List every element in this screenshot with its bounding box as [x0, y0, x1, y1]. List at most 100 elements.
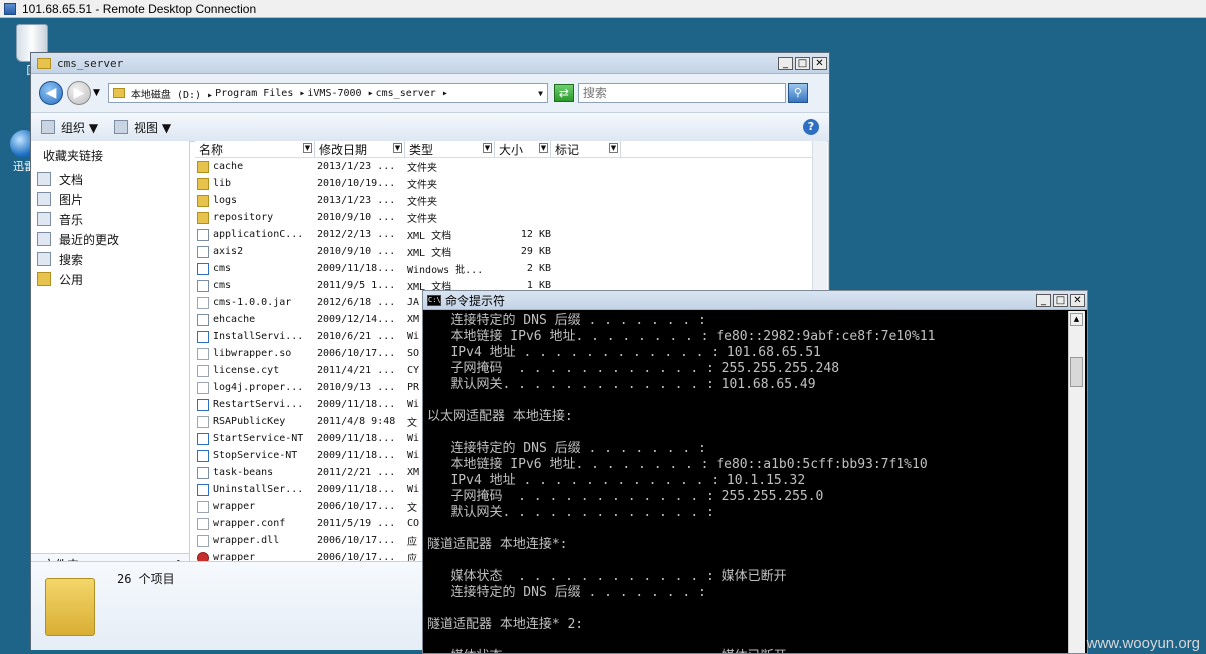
nav-item-recent[interactable]: 最近的更改 [31, 229, 189, 249]
exe-file-icon [197, 262, 209, 275]
views-button[interactable]: 视图 ▼ [114, 119, 171, 136]
refresh-button[interactable]: ⇄ [553, 84, 574, 102]
file-size: 12 KB [520, 229, 551, 240]
file-date: 2011/4/8 9:48 [317, 416, 396, 427]
search-button[interactable]: ⚲ [787, 83, 808, 103]
file-date: 2011/9/5 1... [317, 280, 396, 291]
file-name-cell: RestartServi... [195, 396, 315, 413]
file-type: 文件夹 [407, 197, 437, 208]
breadcrumb-cms-server[interactable]: cms_server ▸ [376, 88, 448, 99]
history-dropdown-icon[interactable]: ▼ [93, 88, 100, 98]
file-tags [551, 243, 621, 260]
nav-item-searches[interactable]: 搜索 [31, 249, 189, 269]
command-prompt-window[interactable]: C:\ 命令提示符 _ □ ✕ 连接特定的 DNS 后缀 . . . . . .… [422, 290, 1088, 654]
scroll-up-icon[interactable]: ▲ [1070, 313, 1083, 326]
address-row: ◀ ▶ ▼ 本地磁盘 (D:) ▸ Program Files ▸ iVMS-7… [31, 74, 829, 113]
file-date: 2009/11/18... [317, 484, 396, 495]
back-button[interactable]: ◀ [39, 81, 63, 105]
cmd-scrollbar[interactable]: ▲ [1068, 311, 1085, 653]
file-name-cell: lib [195, 175, 315, 192]
column-dropdown-icon[interactable]: ▼ [539, 143, 548, 153]
maximize-button[interactable]: □ [795, 56, 810, 70]
nav-item-documents[interactable]: 文档 [31, 169, 189, 189]
address-dropdown-icon[interactable]: ▼ [538, 89, 543, 98]
file-row[interactable]: cms 2009/11/18... Windows 批... 2 KB [195, 260, 827, 277]
column-header-size[interactable]: 大小 ▼ [495, 141, 551, 157]
column-header-name[interactable]: 名称 ▼ [195, 141, 315, 157]
command-bar: 组织 ▼ 视图 ▼ ? [31, 113, 829, 142]
views-label: 视图 ▼ [134, 120, 172, 135]
file-file-icon [197, 534, 209, 547]
nav-item-pictures[interactable]: 图片 [31, 189, 189, 209]
column-dropdown-icon[interactable]: ▼ [303, 143, 312, 153]
file-name: wrapper.dll [213, 535, 280, 546]
minimize-button[interactable]: _ [778, 56, 793, 70]
maximize-button[interactable]: □ [1053, 293, 1068, 307]
file-type: XML 文档 [407, 231, 452, 242]
column-dropdown-icon[interactable]: ▼ [609, 143, 618, 153]
file-row[interactable]: applicationC... 2012/2/13 ... XML 文档 12 KB [195, 226, 827, 243]
help-icon[interactable]: ? [803, 119, 819, 135]
nav-item-public[interactable]: 公用 [31, 269, 189, 289]
file-name-cell: wrapper [195, 498, 315, 515]
breadcrumb-ivms[interactable]: iVMS-7000 ▸ [307, 88, 373, 99]
column-header-date[interactable]: 修改日期 ▼ [315, 141, 405, 157]
column-dropdown-icon[interactable]: ▼ [483, 143, 492, 153]
file-row[interactable]: repository 2010/9/10 ... 文件夹 [195, 209, 827, 226]
cmd-line [427, 521, 1067, 537]
file-row[interactable]: lib 2010/10/19... 文件夹 [195, 175, 827, 192]
scroll-thumb[interactable] [1070, 357, 1083, 387]
cmd-line: 隧道适配器 本地连接* 2: [427, 617, 584, 632]
cmd-output[interactable]: 连接特定的 DNS 后缀 . . . . . . . : 本地链接 IPv6 地… [427, 313, 1067, 653]
file-file-icon [197, 347, 209, 360]
file-row[interactable]: axis2 2010/9/10 ... XML 文档 29 KB [195, 243, 827, 260]
search-input[interactable] [577, 83, 786, 103]
cmd-line [427, 633, 1067, 649]
file-tags [551, 226, 621, 243]
file-name-cell: wrapper.dll [195, 532, 315, 549]
file-name-cell: log4j.proper... [195, 379, 315, 396]
file-date: 2009/11/18... [317, 399, 396, 410]
file-date: 2010/9/10 ... [317, 246, 396, 257]
file-date: 2010/9/10 ... [317, 212, 396, 223]
file-file-icon [197, 517, 209, 530]
nav-item-label: 文档 [59, 172, 84, 187]
documents-icon [37, 172, 51, 186]
forward-button[interactable]: ▶ [67, 81, 91, 105]
file-date: 2010/10/19... [317, 178, 396, 189]
file-name: RSAPublicKey [213, 416, 286, 427]
file-name: cms-1.0.0.jar [213, 297, 292, 308]
file-tags [551, 158, 621, 175]
nav-item-label: 音乐 [59, 212, 84, 227]
cmd-line: 连接特定的 DNS 后缀 . . . . . . . : [427, 441, 706, 456]
file-name-cell: wrapper.conf [195, 515, 315, 532]
file-name: InstallServi... [213, 331, 304, 342]
cmd-line: 媒体状态 . . . . . . . . . . . . : 媒体已断开 [427, 569, 787, 584]
file-name-cell: repository [195, 209, 315, 226]
file-name-cell: cms [195, 277, 315, 294]
breadcrumb-program-files[interactable]: Program Files ▸ [215, 88, 305, 99]
column-header-tags[interactable]: 标记 ▼ [551, 141, 621, 157]
nav-item-label: 图片 [59, 192, 84, 207]
file-date: 2013/1/23 ... [317, 195, 396, 206]
nav-item-label: 搜索 [59, 252, 84, 267]
folder-icon [37, 57, 51, 69]
close-button[interactable]: ✕ [1070, 293, 1085, 307]
nav-item-music[interactable]: 音乐 [31, 209, 189, 229]
file-row[interactable]: cache 2013/1/23 ... 文件夹 [195, 158, 827, 175]
file-type: 文件夹 [407, 180, 437, 191]
column-header-type[interactable]: 类型 ▼ [405, 141, 495, 157]
address-bar[interactable]: 本地磁盘 (D:) ▸ Program Files ▸ iVMS-7000 ▸ … [107, 83, 548, 103]
organize-button[interactable]: 组织 ▼ [41, 119, 98, 136]
file-row[interactable]: logs 2013/1/23 ... 文件夹 [195, 192, 827, 209]
rdp-title-bar[interactable]: 101.68.65.51 - Remote Desktop Connection [0, 0, 1206, 18]
file-date: 2006/10/17... [317, 501, 396, 512]
cmd-line: IPv4 地址 . . . . . . . . . . . . : 101.68… [427, 345, 821, 360]
minimize-button[interactable]: _ [1036, 293, 1051, 307]
file-name-cell: StopService-NT [195, 447, 315, 464]
cmd-title-bar[interactable]: C:\ 命令提示符 _ □ ✕ [423, 291, 1087, 310]
explorer-title-bar[interactable]: cms_server _ □ ✕ [31, 53, 829, 74]
close-button[interactable]: ✕ [812, 56, 827, 70]
column-dropdown-icon[interactable]: ▼ [393, 143, 402, 153]
breadcrumb-drive[interactable]: 本地磁盘 (D:) ▸ [131, 86, 213, 101]
